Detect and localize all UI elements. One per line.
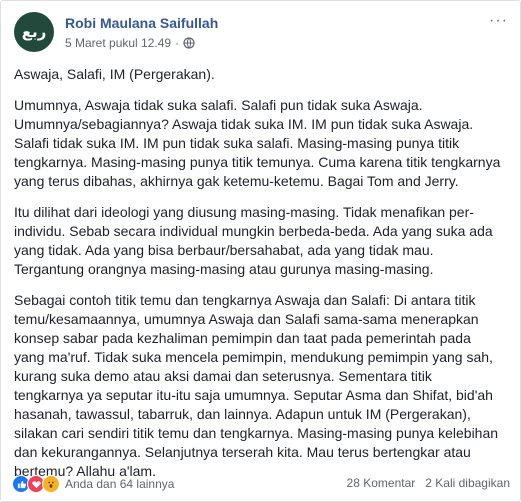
paragraph-line: Tergantung orangnya masing-masing atau g… (14, 261, 434, 277)
facebook-post: ربع Robi Maulana Saifullah 5 Maret pukul… (0, 0, 521, 502)
meta-separator: · (175, 36, 180, 50)
post-footer: Anda dan 64 lainnya 28 Komentar 2 Kali d… (12, 473, 510, 495)
paragraph-line: Salafi tidak suka IM. IM pun tidak suka … (14, 135, 460, 151)
paragraph-line: Sebagai contoh titik temu dan tengkarnya… (14, 292, 476, 308)
paragraph-line: dan kekurangannya. Selanjutnya terserah … (14, 444, 471, 460)
paragraph-line: hasanah, tawassul, tabarruk, dan lainnya… (14, 406, 471, 422)
comments-count-link[interactable]: 28 Komentar (347, 476, 416, 490)
paragraph-line: tengkarnya. Masing-masing punya titik te… (14, 154, 501, 170)
post-body: Aswaja, Salafi, IM (Pergerakan). Umumnya… (14, 65, 508, 493)
post-paragraph: Umumnya, Aswaja tidak suka salafi. Salaf… (14, 96, 508, 191)
paragraph-line: Umumnya/sebagiannya? Aswaja tidak suka I… (14, 116, 474, 132)
paragraph-line: tengkarnya ya seputar itu-itu saja umumn… (14, 387, 493, 403)
more-options-button[interactable]: ··· (489, 12, 508, 30)
paragraph-line: individu. Sebab secara individual mungki… (14, 223, 493, 239)
globe-icon[interactable] (183, 37, 195, 49)
author-name[interactable]: Robi Maulana Saifullah (65, 15, 218, 31)
post-title-line: Aswaja, Salafi, IM (Pergerakan). (14, 66, 215, 82)
paragraph-line: konsep sabar pada kezhaliman pemimpin da… (14, 330, 471, 346)
post-paragraph: Itu dilihat dari ideologi yang diusung m… (14, 203, 508, 279)
timestamp-link[interactable]: 5 Maret pukul 12.49 (65, 36, 171, 50)
paragraph-line: kurang suka demo atau aksi damai dan set… (14, 368, 432, 384)
wow-icon (42, 475, 60, 493)
paragraph-line: Itu dilihat dari ideologi yang diusung m… (14, 204, 474, 220)
post-header: ربع Robi Maulana Saifullah 5 Maret pukul… (14, 12, 510, 56)
post-meta: 5 Maret pukul 12.49 · (65, 36, 195, 50)
shares-count-link[interactable]: 2 Kali dibagikan (425, 476, 510, 490)
post-stats: 28 Komentar 2 Kali dibagikan (337, 476, 510, 490)
post-paragraph: Sebagai contoh titik temu dan tengkarnya… (14, 291, 508, 481)
paragraph-line: yang ma'ruf. Tidak suka mencela pemimpin… (14, 349, 493, 365)
paragraph-line: silakan cari sendiri titik temu dan teng… (14, 425, 499, 441)
paragraph-line: temu/kesamaannya, umumnya Aswaja dan Sal… (14, 311, 479, 327)
reactions-summary[interactable]: Anda dan 64 lainnya (12, 475, 174, 493)
paragraph-line: yang terus dibahas, akhirnya gak ketemu-… (14, 173, 459, 189)
avatar[interactable]: ربع (14, 12, 54, 52)
reactions-text[interactable]: Anda dan 64 lainnya (65, 477, 174, 491)
paragraph-line: Umumnya, Aswaja tidak suka salafi. Salaf… (14, 97, 423, 113)
paragraph-line: yang tidak. Ada yang bisa berbaur/bersah… (14, 242, 434, 258)
